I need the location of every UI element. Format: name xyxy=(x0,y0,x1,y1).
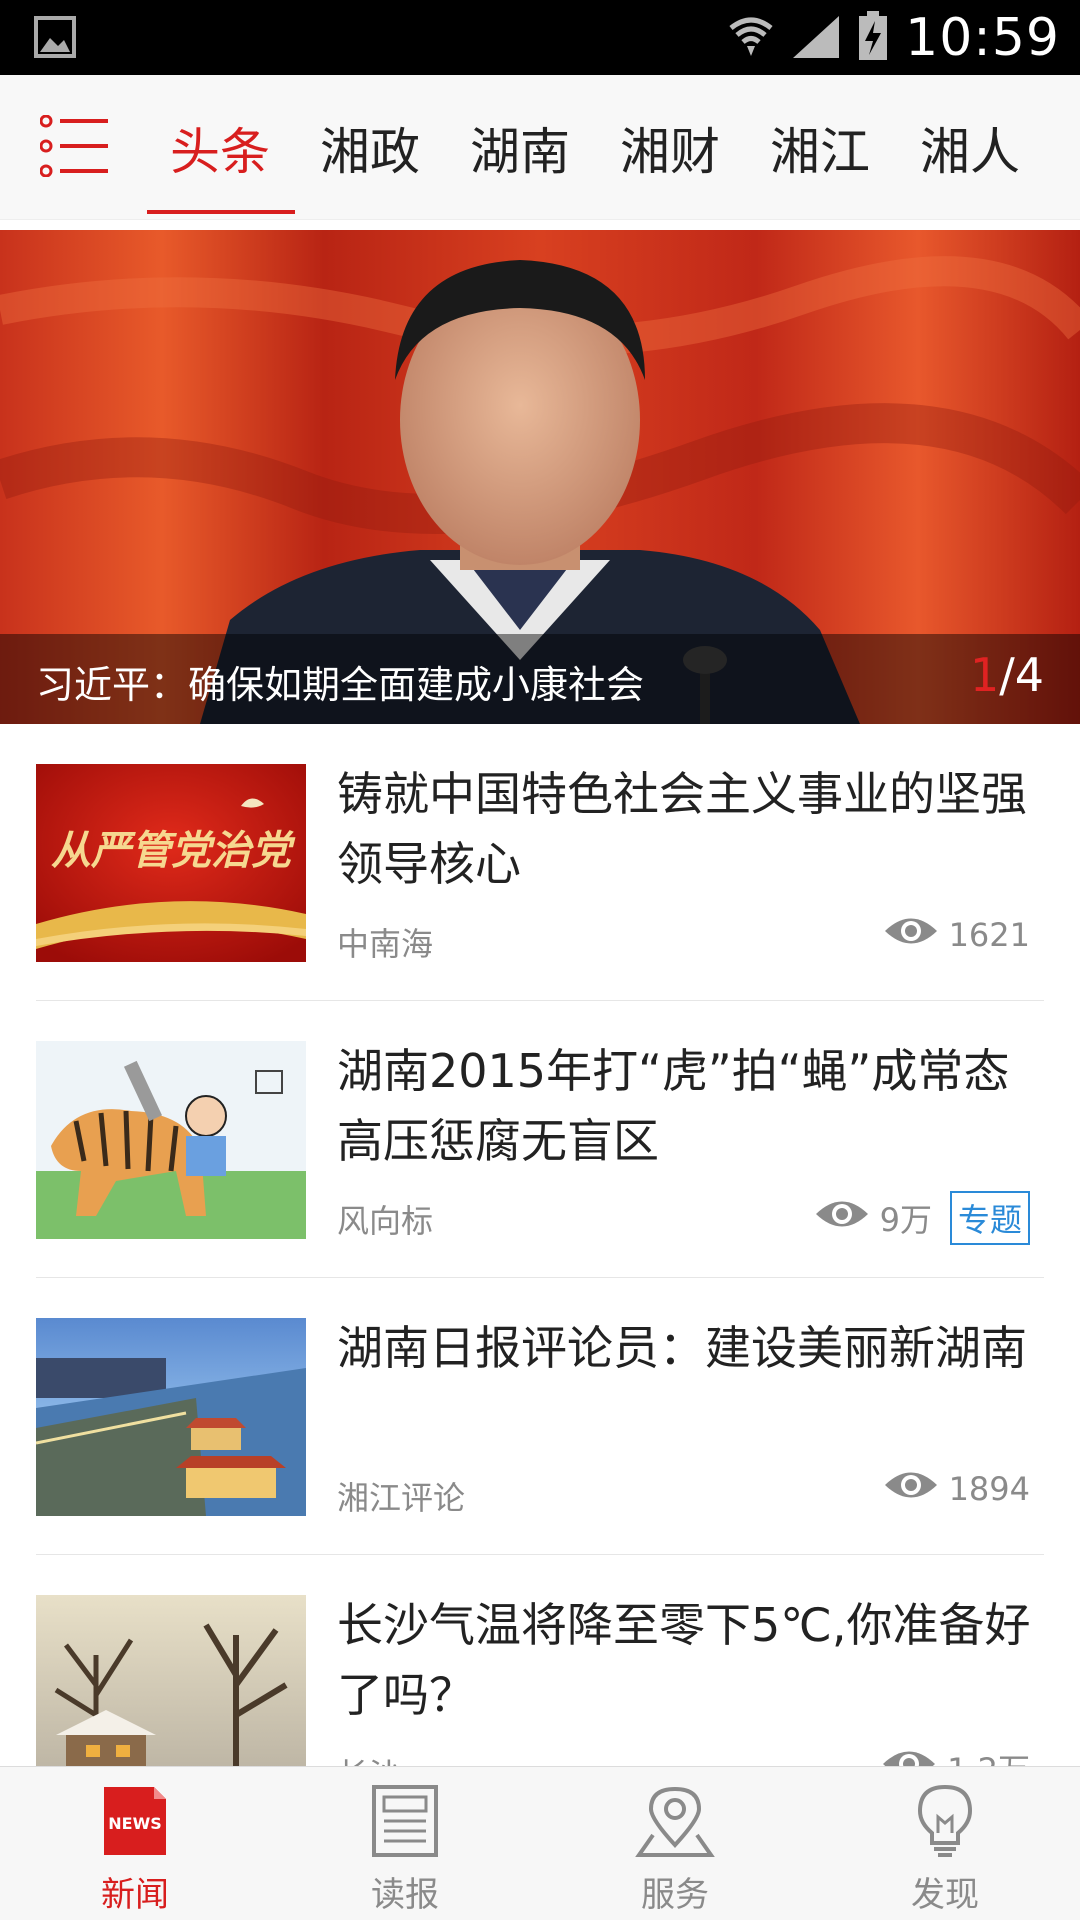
news-thumbnail xyxy=(36,1318,306,1516)
image-icon xyxy=(34,16,76,58)
list-item[interactable]: 湖南日报评论员：建设美丽新湖南 湘江评论 1894 xyxy=(36,1278,1044,1555)
svg-text:NEWS: NEWS xyxy=(108,1814,162,1833)
bottom-tab-label: 发现 xyxy=(911,1875,979,1915)
news-thumbnail xyxy=(36,1595,306,1793)
news-list: 从严管党治党 铸就中国特色社会主义事业的坚强领导核心 中南海 1621 湖南20… xyxy=(0,724,1080,1832)
hero-title[interactable]: 习近平：确保如期全面建成小康社会 xyxy=(36,654,644,709)
news-thumbnail: 从严管党治党 xyxy=(36,764,306,962)
news-source: 中南海 xyxy=(337,925,434,963)
carousel-current: 1 xyxy=(969,648,1000,702)
status-bar: 10:59 xyxy=(0,0,1080,75)
lightbulb-icon xyxy=(905,1781,985,1861)
tab-xiangcai[interactable]: 湘财 xyxy=(595,75,745,220)
bottom-tab-news[interactable]: NEWS 新闻 xyxy=(0,1767,270,1920)
category-tabs: 头条 湘政 湖南 湘财 湘江 湘人 xyxy=(145,75,1045,220)
top-nav: 头条 湘政 湖南 湘财 湘江 湘人 xyxy=(0,75,1080,220)
eye-icon xyxy=(814,1197,870,1239)
view-count: 1621 xyxy=(883,914,1030,956)
eye-icon xyxy=(883,914,939,956)
bottom-tab-services[interactable]: 服务 xyxy=(540,1767,810,1920)
carousel-indicator: 1/4 xyxy=(970,648,1044,702)
tab-xiangzheng[interactable]: 湘政 xyxy=(295,75,445,220)
menu-list-icon[interactable] xyxy=(39,114,110,178)
wifi-icon xyxy=(727,12,775,64)
tab-hunan[interactable]: 湖南 xyxy=(445,75,595,220)
view-count: 9万 专题 xyxy=(814,1191,1030,1245)
battery-icon xyxy=(857,10,889,65)
bottom-tab-label: 新闻 xyxy=(101,1875,169,1915)
view-count-value: 1621 xyxy=(948,916,1030,954)
tab-xiangren[interactable]: 湘人 xyxy=(895,75,1045,220)
news-title[interactable]: 铸就中国特色社会主义事业的坚强领导核心 xyxy=(337,759,1042,899)
list-item[interactable]: 从严管党治党 铸就中国特色社会主义事业的坚强领导核心 中南海 1621 xyxy=(36,724,1044,1001)
view-count: 1894 xyxy=(883,1468,1030,1510)
tab-toutiao[interactable]: 头条 xyxy=(145,75,295,220)
svg-text:从严管党治党: 从严管党治党 xyxy=(51,827,296,874)
newspaper-icon xyxy=(365,1781,445,1861)
news-title[interactable]: 长沙气温将降至零下5℃,你准备好了吗？ xyxy=(337,1590,1042,1730)
signal-icon xyxy=(791,12,841,64)
news-title[interactable]: 湖南2015年打“虎”拍“蝇”成常态高压惩腐无盲区 xyxy=(337,1036,1042,1176)
tab-xiangjiang[interactable]: 湘江 xyxy=(745,75,895,220)
bottom-nav: NEWS 新闻 读报 服务 发现 xyxy=(0,1766,1080,1920)
view-count-value: 9万 xyxy=(879,1201,932,1239)
news-icon: NEWS xyxy=(95,1781,175,1861)
bottom-tab-discover[interactable]: 发现 xyxy=(810,1767,1080,1920)
list-item[interactable]: 湖南2015年打“虎”拍“蝇”成常态高压惩腐无盲区 风向标 9万 专题 xyxy=(36,1001,1044,1278)
hero-caption: 习近平：确保如期全面建成小康社会 1/4 xyxy=(0,634,1080,724)
bottom-tab-label: 读报 xyxy=(371,1875,439,1915)
eye-icon xyxy=(883,1468,939,1510)
view-count-value: 1894 xyxy=(948,1470,1030,1508)
news-title[interactable]: 湖南日报评论员：建设美丽新湖南 xyxy=(337,1313,1042,1383)
news-thumbnail xyxy=(36,1041,306,1239)
news-source: 湘江评论 xyxy=(337,1479,466,1517)
clock: 10:59 xyxy=(905,7,1060,68)
bottom-tab-newspaper[interactable]: 读报 xyxy=(270,1767,540,1920)
bottom-tab-label: 服务 xyxy=(641,1875,709,1915)
topic-tag[interactable]: 专题 xyxy=(949,1191,1030,1245)
hero-carousel[interactable]: 习近平：确保如期全面建成小康社会 1/4 xyxy=(0,230,1080,724)
map-pin-icon xyxy=(635,1781,715,1861)
carousel-total: /4 xyxy=(999,648,1044,702)
news-source: 风向标 xyxy=(337,1202,434,1240)
